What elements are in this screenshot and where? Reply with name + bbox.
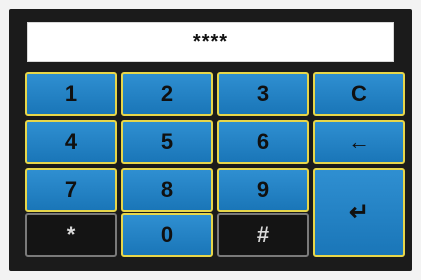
pin-display: **** (27, 22, 394, 62)
key-0-button[interactable]: 0 (121, 213, 213, 257)
key-6-button[interactable]: 6 (217, 120, 309, 164)
backspace-button[interactable]: ← (313, 120, 405, 164)
key-2-button[interactable]: 2 (121, 72, 213, 116)
key-5-button[interactable]: 5 (121, 120, 213, 164)
clear-button[interactable]: C (313, 72, 405, 116)
key-1-button[interactable]: 1 (25, 72, 117, 116)
enter-button[interactable]: ↵ (313, 168, 405, 257)
key-4-button[interactable]: 4 (25, 120, 117, 164)
key-star-button[interactable]: * (25, 213, 117, 257)
key-7-button[interactable]: 7 (25, 168, 117, 212)
key-hash-button[interactable]: # (217, 213, 309, 257)
key-3-button[interactable]: 3 (217, 72, 309, 116)
keypad-panel: **** 1 2 3 C 4 5 6 ← 7 8 9 ↵ * 0 # (9, 9, 412, 271)
key-9-button[interactable]: 9 (217, 168, 309, 212)
key-8-button[interactable]: 8 (121, 168, 213, 212)
